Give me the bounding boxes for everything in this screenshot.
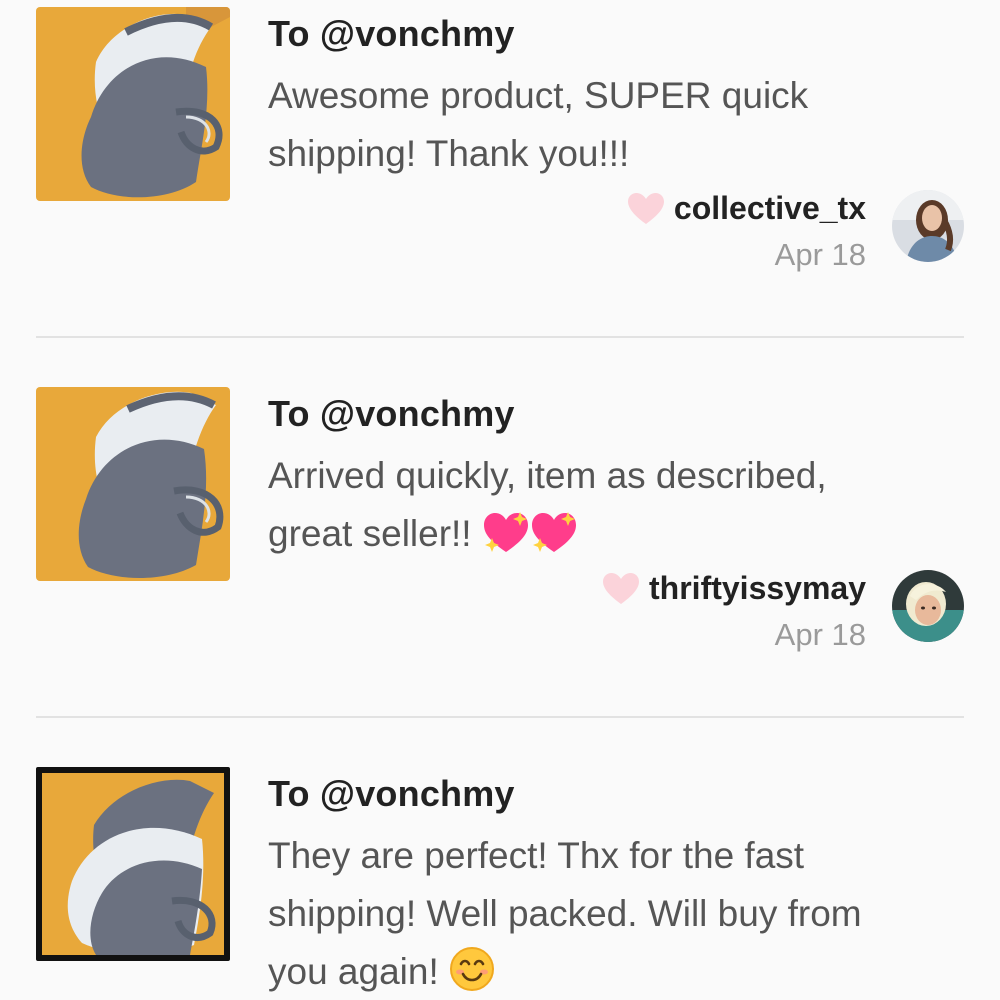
- review-message-line: shipping! Thank you!!!: [268, 133, 630, 174]
- review-message: They are perfect! Thx for the fast shipp…: [268, 827, 968, 1000]
- reviewer-username[interactable]: collective_tx: [674, 190, 866, 227]
- review-message: Awesome product, SUPER quick shipping! T…: [268, 67, 968, 183]
- review-message-line: They are perfect! Thx for the fast: [268, 835, 805, 876]
- review-message: Arrived quickly, item as described, grea…: [268, 447, 968, 571]
- product-thumbnail[interactable]: [36, 387, 230, 581]
- reviewer-username[interactable]: thriftyissymay: [649, 570, 866, 607]
- avatar[interactable]: [892, 570, 964, 642]
- divider: [36, 336, 964, 338]
- review-message-line: Awesome product, SUPER quick: [268, 75, 809, 116]
- review-meta: thriftyissymay Apr 18: [603, 570, 866, 653]
- sparkling-heart-emoji: [482, 510, 582, 571]
- review-message-line: shipping! Well packed. Will buy from: [268, 893, 862, 934]
- mask-product-image: [36, 387, 230, 581]
- review-date: Apr 18: [774, 237, 866, 272]
- mask-product-image: [42, 773, 224, 955]
- product-thumbnail[interactable]: [36, 767, 230, 961]
- smiling-face-emoji: [449, 946, 495, 1000]
- mask-product-image: [36, 7, 230, 201]
- recipient-line: To @vonchmy: [268, 773, 515, 814]
- review-message-line: you again!: [268, 951, 450, 992]
- review-message-line: great seller!!: [268, 513, 482, 554]
- product-thumbnail[interactable]: [36, 7, 230, 201]
- review-meta: collective_tx Apr 18: [627, 190, 866, 273]
- review-feed: To @vonchmy Awesome product, SUPER quick…: [0, 0, 1000, 1000]
- review-item: To @vonchmy Awesome product, SUPER quick…: [0, 0, 1000, 338]
- divider: [36, 716, 964, 718]
- review-date: Apr 18: [774, 617, 866, 652]
- review-item: To @vonchmy Arrived quickly, item as des…: [0, 380, 1000, 718]
- avatar[interactable]: [892, 190, 964, 262]
- heart-icon[interactable]: [627, 192, 664, 225]
- heart-icon[interactable]: [603, 572, 640, 605]
- recipient-line: To @vonchmy: [268, 393, 515, 434]
- recipient-line: To @vonchmy: [268, 13, 515, 54]
- review-item: To @vonchmy They are perfect! Thx for th…: [0, 760, 1000, 1000]
- review-message-line: Arrived quickly, item as described,: [268, 455, 827, 496]
